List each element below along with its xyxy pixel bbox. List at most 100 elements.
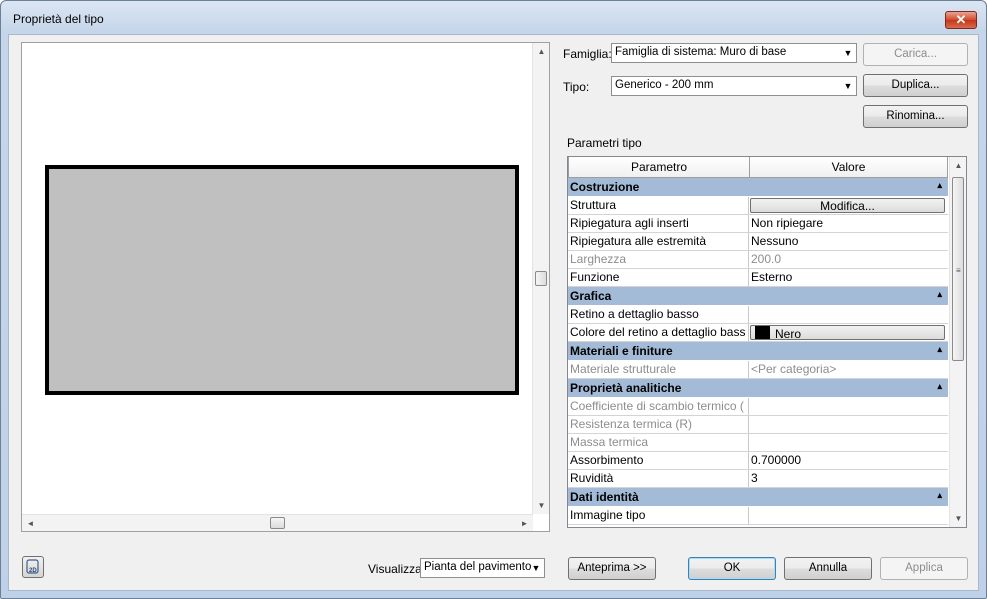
- parameter-row[interactable]: Larghezza 200.0: [568, 251, 948, 269]
- edit-structure-button[interactable]: Modifica...: [750, 198, 945, 213]
- close-button[interactable]: ✕: [945, 11, 977, 29]
- collapse-chevron-icon[interactable]: ▴: [937, 381, 942, 392]
- type-parameters-label: Parametri tipo: [567, 136, 642, 150]
- scroll-down-icon[interactable]: ▼: [950, 510, 966, 527]
- group-header[interactable]: Materiali e finiture ▴: [568, 342, 948, 361]
- parameter-row[interactable]: Ripiegatura alle estremità Nessuno: [568, 233, 948, 251]
- parameter-name-cell: Immagine tipo: [568, 507, 749, 524]
- group-header[interactable]: Dati identità ▴: [568, 488, 948, 507]
- color-swatch: [755, 326, 770, 339]
- preview-pane: ▲ ▼ ◄ ►: [21, 42, 550, 532]
- view-select-value: Pianta del pavimento: [424, 561, 532, 573]
- parameter-row[interactable]: Struttura Modifica...: [568, 197, 948, 215]
- family-select-value: Famiglia di sistema: Muro di base: [615, 46, 787, 58]
- rename-button[interactable]: Rinomina...: [863, 105, 968, 128]
- chevron-down-icon: ▼: [843, 81, 853, 91]
- scroll-up-icon[interactable]: ▲: [950, 157, 966, 174]
- group-header[interactable]: Proprietà analitiche ▴: [568, 379, 948, 398]
- parameter-value-cell: <Per categoria>: [751, 362, 837, 376]
- parameter-row[interactable]: Materiale strutturale <Per categoria>: [568, 361, 948, 379]
- group-header[interactable]: Grafica ▴: [568, 287, 948, 306]
- parameter-name-cell: Retino a dettaglio basso: [568, 306, 749, 323]
- parameter-name-cell: Assorbimento: [568, 452, 749, 469]
- dialog-title: Proprietà del tipo: [13, 12, 104, 26]
- parameter-value-cell: [749, 416, 948, 433]
- cancel-button[interactable]: Annulla: [784, 557, 872, 580]
- parameter-value-cell[interactable]: Nero: [749, 324, 948, 341]
- parameter-value-cell[interactable]: [749, 507, 948, 524]
- parameter-value-cell[interactable]: Modifica...: [749, 197, 948, 214]
- grid-header: Parametro Valore: [568, 157, 948, 178]
- type-properties-dialog: Proprietà del tipo ✕ ▲ ▼ ◄ ► Famiglia: F…: [0, 0, 987, 599]
- parameter-name-cell: Materiale strutturale: [568, 361, 749, 378]
- scroll-down-icon[interactable]: ▼: [533, 497, 550, 514]
- parameter-value-cell[interactable]: 0.700000: [749, 452, 948, 469]
- scroll-left-icon[interactable]: ◄: [22, 515, 39, 532]
- parameter-row[interactable]: Assorbimento 0.700000: [568, 452, 948, 470]
- dialog-body: ▲ ▼ ◄ ► Famiglia: Famiglia di sistema: M…: [8, 34, 979, 591]
- preview-vertical-scrollbar[interactable]: ▲ ▼: [532, 43, 549, 514]
- collapse-chevron-icon[interactable]: ▴: [937, 344, 942, 355]
- parameter-name-cell: Colore del retino a dettaglio bass: [568, 324, 749, 341]
- parameter-value-cell[interactable]: [749, 306, 948, 323]
- parameter-value-cell[interactable]: Nessuno: [749, 233, 948, 250]
- chevron-down-icon: ▼: [531, 563, 541, 573]
- wall-preview-shape: [45, 165, 519, 395]
- horizontal-scroll-thumb[interactable]: [270, 517, 285, 529]
- parameter-row[interactable]: Resistenza termica (R): [568, 416, 948, 434]
- collapse-chevron-icon[interactable]: ▴: [937, 490, 942, 501]
- parameter-name-cell: Ripiegatura agli inserti: [568, 215, 749, 232]
- type-select-value: Generico - 200 mm: [615, 79, 714, 91]
- load-button[interactable]: Carica...: [863, 43, 968, 66]
- parameter-row[interactable]: Massa termica: [568, 434, 948, 452]
- parameter-row[interactable]: Immagine tipo: [568, 507, 948, 525]
- view-label: Visualizza:: [368, 562, 426, 576]
- group-name: Proprietà analitiche: [570, 381, 682, 395]
- type-parameters-grid: Parametro Valore Costruzione ▴ Struttura Mo…: [567, 156, 967, 528]
- parameter-name-cell: Ripiegatura alle estremità: [568, 233, 749, 250]
- column-header-parameter[interactable]: Parametro: [568, 157, 750, 178]
- apply-button[interactable]: Applica: [880, 557, 968, 580]
- parameter-name-cell: Struttura: [568, 197, 749, 214]
- duplicate-button[interactable]: Duplica...: [863, 74, 968, 97]
- parameter-name-cell: Ruvidità: [568, 470, 749, 487]
- scroll-up-icon[interactable]: ▲: [533, 43, 550, 60]
- collapse-chevron-icon[interactable]: ▴: [937, 180, 942, 191]
- group-name: Grafica: [570, 289, 612, 303]
- color-picker-button[interactable]: Nero: [750, 325, 945, 341]
- scroll-right-icon[interactable]: ►: [516, 515, 533, 532]
- title-bar: Proprietà del tipo ✕: [1, 1, 986, 35]
- parameter-value-cell[interactable]: 3: [749, 470, 948, 487]
- parameter-row[interactable]: Ruvidità 3: [568, 470, 948, 488]
- column-header-value[interactable]: Valore: [749, 157, 948, 178]
- preview-2d-toggle-button[interactable]: 2D: [22, 556, 44, 578]
- family-select[interactable]: Famiglia di sistema: Muro di base ▼: [611, 43, 857, 63]
- type-label: Tipo:: [563, 80, 590, 94]
- group-header[interactable]: Costruzione ▴: [568, 178, 948, 197]
- close-icon: ✕: [955, 12, 967, 27]
- parameter-value-cell: [749, 398, 948, 415]
- parameter-row[interactable]: Coefficiente di scambio termico (: [568, 398, 948, 416]
- view-select[interactable]: Pianta del pavimento ▼: [420, 558, 545, 578]
- group-name: Costruzione: [570, 180, 640, 194]
- chevron-down-icon: ▼: [843, 48, 853, 58]
- svg-text:2D: 2D: [29, 568, 37, 574]
- ok-button[interactable]: OK: [688, 557, 776, 580]
- parameter-row[interactable]: Ripiegatura agli inserti Non ripiegare: [568, 215, 948, 233]
- preview-horizontal-scrollbar[interactable]: ◄ ►: [22, 514, 533, 531]
- view-2d-icon: 2D: [26, 559, 39, 574]
- grid-vertical-scrollbar[interactable]: ▲ ≡ ▼: [949, 157, 966, 527]
- type-select[interactable]: Generico - 200 mm ▼: [611, 76, 857, 96]
- parameter-row[interactable]: Colore del retino a dettaglio bass Nero: [568, 324, 948, 342]
- grid-scroll-thumb[interactable]: ≡: [952, 177, 964, 361]
- grid-rows: Costruzione ▴ Struttura Modifica... Ripiegat…: [568, 178, 948, 525]
- parameter-row[interactable]: Funzione Esterno: [568, 269, 948, 287]
- preview-button[interactable]: Anteprima >>: [568, 557, 656, 580]
- parameter-value-cell[interactable]: Esterno: [749, 269, 948, 286]
- collapse-chevron-icon[interactable]: ▴: [937, 289, 942, 300]
- parameter-value-cell: [749, 434, 948, 451]
- parameter-row[interactable]: Retino a dettaglio basso: [568, 306, 948, 324]
- vertical-scroll-thumb[interactable]: [535, 271, 547, 286]
- parameter-value-cell[interactable]: Non ripiegare: [749, 215, 948, 232]
- parameter-value-cell: 200.0: [751, 252, 782, 266]
